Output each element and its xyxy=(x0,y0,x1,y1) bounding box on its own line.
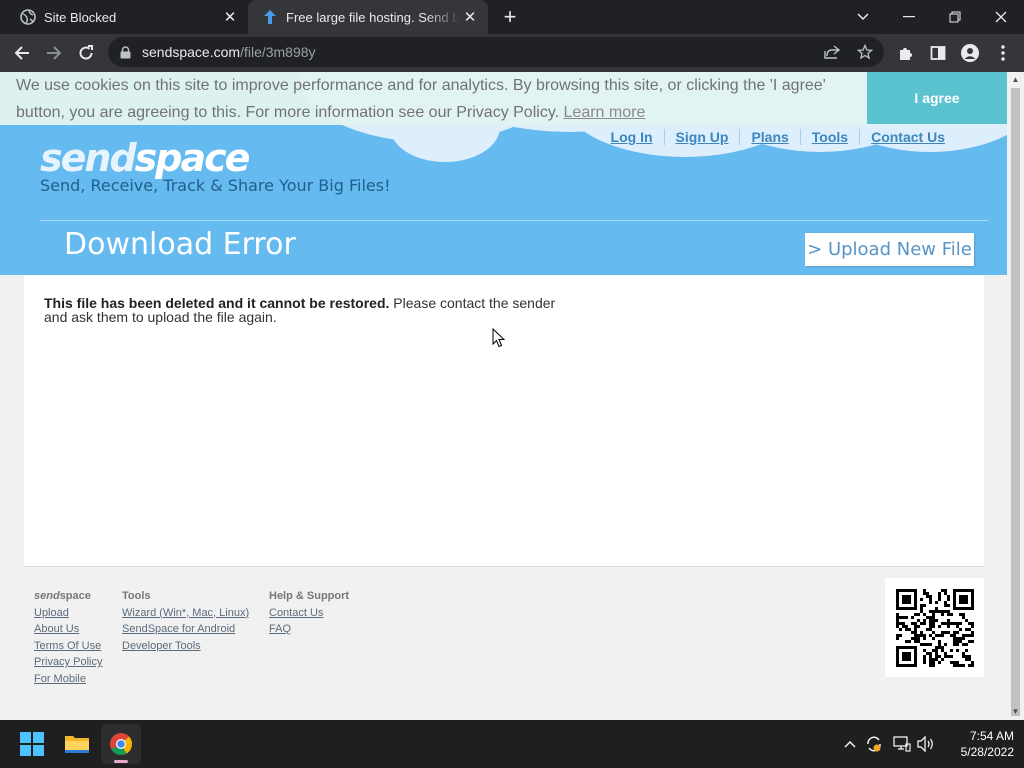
extensions-puzzle-icon[interactable] xyxy=(896,43,916,63)
footer-heading-sendspace: sendspace xyxy=(34,588,102,605)
clock-date: 5/28/2022 xyxy=(960,745,1014,759)
globe-icon xyxy=(20,9,36,25)
network-icon[interactable] xyxy=(892,734,912,754)
footer-terms-link[interactable]: Terms Of Use xyxy=(34,638,102,655)
restore-icon[interactable] xyxy=(932,0,978,34)
footer-upload-link[interactable]: Upload xyxy=(34,605,102,622)
address-bar[interactable]: sendspace.com/file/3m898y xyxy=(108,37,884,67)
footer-column-help: Help & Support Contact Us FAQ xyxy=(269,588,349,638)
footer-column-tools: Tools Wizard (Win*, Mac, Linux) SendSpac… xyxy=(122,588,249,654)
error-message: This file has been deleted and it cannot… xyxy=(44,296,574,324)
qr-code-image xyxy=(895,588,974,667)
minimize-icon[interactable] xyxy=(886,0,932,34)
tab-sendspace[interactable]: Free large file hosting. Send big files … xyxy=(248,0,488,34)
show-hidden-icons-chevron-icon[interactable] xyxy=(840,734,860,754)
footer-developer-tools-link[interactable]: Developer Tools xyxy=(122,638,249,655)
header-divider xyxy=(40,220,988,221)
tab-site-blocked[interactable]: Site Blocked ✕ xyxy=(0,0,248,34)
qr-code xyxy=(885,578,984,677)
footer-brand-space: space xyxy=(59,590,91,602)
scrollbar-thumb[interactable] xyxy=(1011,88,1020,716)
footer-column-sendspace: sendspace Upload About Us Terms Of Use P… xyxy=(34,588,102,687)
sendspace-logo[interactable]: sendspace xyxy=(40,136,251,180)
tab-title: Free large file hosting. Send big files xyxy=(286,9,460,25)
scroll-up-arrow-icon[interactable]: ▲ xyxy=(1011,76,1020,84)
active-app-indicator xyxy=(114,760,128,763)
learn-more-link[interactable]: Learn more xyxy=(564,104,646,121)
share-icon[interactable] xyxy=(822,42,842,62)
footer-about-link[interactable]: About Us xyxy=(34,621,102,638)
logo-send: send xyxy=(40,136,137,180)
tab-search-chevron-icon[interactable] xyxy=(840,0,886,34)
footer-privacy-link[interactable]: Privacy Policy xyxy=(34,654,102,671)
chrome-icon[interactable] xyxy=(101,724,141,764)
forward-arrow-icon[interactable] xyxy=(40,39,68,67)
plans-link[interactable]: Plans xyxy=(739,129,799,145)
lock-icon[interactable] xyxy=(120,45,132,59)
footer-heading-help: Help & Support xyxy=(269,590,350,602)
tagline: Send, Receive, Track & Share Your Big Fi… xyxy=(40,176,391,195)
tools-link[interactable]: Tools xyxy=(799,129,859,145)
bookmark-star-icon[interactable] xyxy=(855,42,875,62)
footer-heading-tools: Tools xyxy=(122,590,151,602)
side-panel-icon[interactable] xyxy=(928,43,948,63)
file-explorer-icon[interactable] xyxy=(57,724,97,764)
upload-new-file-button[interactable]: > Upload New File xyxy=(805,233,974,266)
close-tab-icon[interactable]: ✕ xyxy=(220,7,240,27)
url-text: sendspace.com/file/3m898y xyxy=(142,44,316,60)
contact-us-link[interactable]: Contact Us xyxy=(859,129,956,145)
footer-android-link[interactable]: SendSpace for Android xyxy=(122,621,249,638)
reload-icon[interactable] xyxy=(72,39,100,67)
scroll-down-arrow-icon[interactable]: ▼ xyxy=(1011,708,1020,716)
new-tab-plus-icon[interactable]: + xyxy=(498,4,522,29)
tab-strip: Site Blocked ✕ Free large file hosting. … xyxy=(0,0,1024,34)
cookie-message: We use cookies on this site to improve p… xyxy=(16,72,846,126)
footer-mobile-link[interactable]: For Mobile xyxy=(34,671,102,688)
page-title: Download Error xyxy=(64,227,296,262)
close-window-icon[interactable] xyxy=(978,0,1024,34)
signup-link[interactable]: Sign Up xyxy=(663,129,740,145)
windows-taskbar: 7:54 AM 5/28/2022 xyxy=(0,720,1024,768)
cookie-text: We use cookies on this site to improve p… xyxy=(16,77,826,121)
footer-divider xyxy=(24,566,984,567)
close-tab-icon[interactable]: ✕ xyxy=(460,7,480,27)
sendspace-arrow-icon xyxy=(262,9,278,25)
browser-toolbar: sendspace.com/file/3m898y xyxy=(0,34,1024,72)
cookie-banner: We use cookies on this site to improve p… xyxy=(0,72,1007,125)
volume-icon[interactable] xyxy=(916,734,936,754)
footer-brand-send: send xyxy=(34,590,60,602)
top-nav: Log In Sign Up Plans Tools Contact Us xyxy=(600,129,956,145)
chrome-menu-kebab-icon[interactable] xyxy=(993,43,1013,63)
tab-title: Site Blocked xyxy=(44,9,117,25)
windows-start-icon[interactable] xyxy=(12,724,52,764)
page-viewport: sendspace Send, Receive, Track & Share Y… xyxy=(0,72,1007,720)
clock-time: 7:54 AM xyxy=(969,729,1014,743)
profile-avatar-icon[interactable] xyxy=(960,43,980,63)
main-content: This file has been deleted and it cannot… xyxy=(24,275,984,567)
sync-update-icon[interactable] xyxy=(864,734,884,754)
url-path: /file/3m898y xyxy=(240,44,316,60)
login-link[interactable]: Log In xyxy=(600,129,664,145)
footer-contact-link[interactable]: Contact Us xyxy=(269,605,349,622)
url-host: sendspace.com xyxy=(142,44,241,60)
agree-button[interactable]: I agree xyxy=(867,72,1007,124)
footer-faq-link[interactable]: FAQ xyxy=(269,621,349,638)
page-scrollbar[interactable]: ▲ ▼ xyxy=(1007,72,1024,720)
mouse-cursor-icon xyxy=(492,327,506,348)
footer-wizard-link[interactable]: Wizard (Win*, Mac, Linux) xyxy=(122,605,249,622)
logo-space: space xyxy=(134,136,251,180)
system-clock[interactable]: 7:54 AM 5/28/2022 xyxy=(940,728,1014,760)
back-arrow-icon[interactable] xyxy=(8,39,36,67)
